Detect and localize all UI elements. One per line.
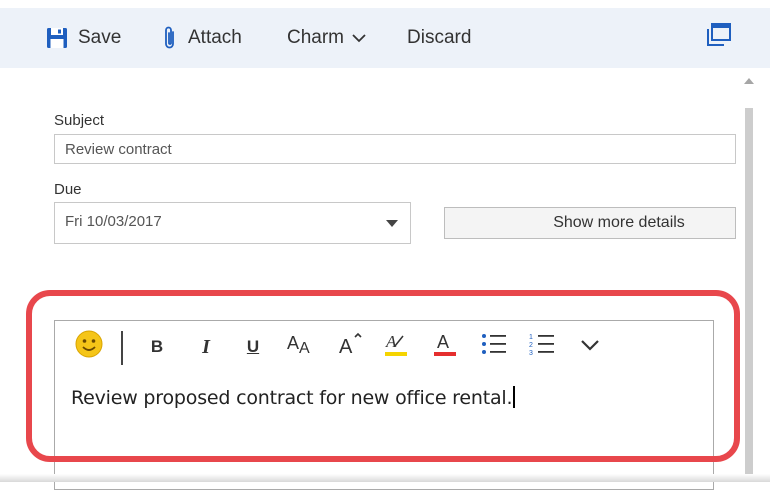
svg-text:A: A xyxy=(437,332,449,352)
toolbar-separator xyxy=(121,331,123,365)
bullets-icon xyxy=(480,331,508,363)
popout-button[interactable] xyxy=(703,22,733,54)
font-color-icon: A xyxy=(432,330,458,364)
underline-button[interactable]: U xyxy=(242,331,264,363)
grow-font-button[interactable]: A xyxy=(336,331,364,363)
svg-text:A: A xyxy=(299,340,310,357)
due-label: Due xyxy=(54,181,82,198)
svg-text:A: A xyxy=(287,333,299,353)
subject-input[interactable]: Review contract xyxy=(54,134,736,164)
text-caret xyxy=(513,386,516,408)
due-date-value: Fri 10/03/2017 xyxy=(65,213,162,230)
save-button[interactable]: Save xyxy=(46,8,121,68)
font-size-icon: A A xyxy=(286,331,316,363)
save-icon xyxy=(46,27,68,49)
more-options-icon xyxy=(580,336,600,358)
svg-text:2: 2 xyxy=(529,342,533,349)
charm-dropdown[interactable]: Charm xyxy=(287,8,366,68)
scroll-up-arrow[interactable] xyxy=(744,78,754,84)
bold-label: B xyxy=(150,337,164,356)
discard-button[interactable]: Discard xyxy=(407,8,471,68)
due-date-dropdown[interactable]: Fri 10/03/2017 xyxy=(54,202,411,244)
italic-label: I xyxy=(202,335,210,358)
font-color-button[interactable]: A xyxy=(431,331,459,363)
attach-button[interactable]: Attach xyxy=(162,8,242,68)
svg-text:A: A xyxy=(339,336,353,357)
font-size-button[interactable]: A A xyxy=(285,331,317,363)
svg-text:3: 3 xyxy=(529,350,533,357)
svg-text:1: 1 xyxy=(529,334,533,341)
subject-label: Subject xyxy=(54,112,105,129)
svg-text:A: A xyxy=(385,332,397,351)
bold-button[interactable]: B xyxy=(146,331,168,363)
discard-label: Discard xyxy=(407,27,472,48)
dropdown-arrow-icon xyxy=(386,220,398,227)
show-more-details-button[interactable]: Show more details xyxy=(444,207,736,239)
numbering-button[interactable]: 1 2 3 xyxy=(527,331,557,363)
notes-body[interactable]: Review proposed contract for new office … xyxy=(71,386,516,409)
show-more-details-label: Show more details xyxy=(553,214,685,231)
charm-label: Charm xyxy=(287,27,345,48)
underline-label: U xyxy=(246,337,260,356)
bullets-button[interactable] xyxy=(479,331,509,363)
highlight-button[interactable]: A xyxy=(382,331,410,363)
notes-body-text: Review proposed contract for new office … xyxy=(71,387,513,409)
paperclip-icon xyxy=(162,25,178,51)
scrollbar[interactable] xyxy=(745,108,753,482)
popout-icon xyxy=(704,22,732,54)
more-options-button[interactable] xyxy=(578,331,602,363)
bottom-edge xyxy=(0,474,770,482)
emoji-icon xyxy=(74,329,104,365)
attach-label: Attach xyxy=(188,27,242,48)
numbering-icon: 1 2 3 xyxy=(528,331,556,363)
highlight-icon: A xyxy=(383,330,409,364)
save-label: Save xyxy=(78,27,122,48)
command-bar: Save Attach Charm Discard xyxy=(0,8,770,68)
italic-button[interactable]: I xyxy=(196,331,216,363)
emoji-button[interactable] xyxy=(72,329,106,365)
chevron-down-icon xyxy=(352,33,366,43)
grow-font-icon: A xyxy=(337,331,363,363)
